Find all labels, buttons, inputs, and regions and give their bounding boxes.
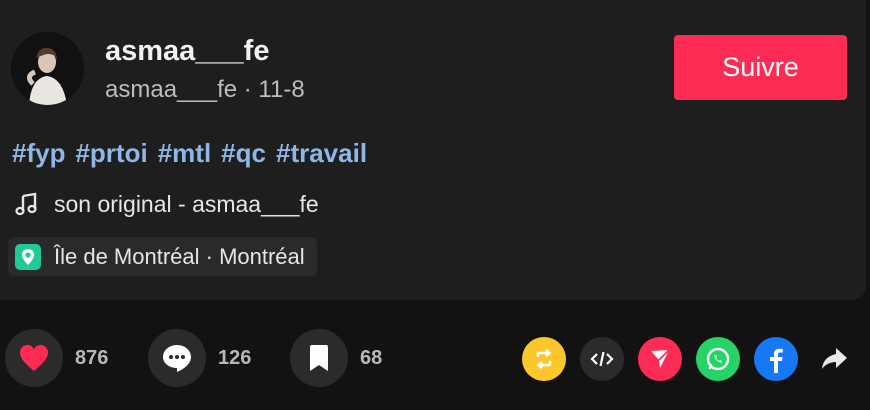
save-button[interactable]: 68 <box>290 328 382 388</box>
like-circle <box>5 329 63 387</box>
save-circle <box>290 329 348 387</box>
like-count: 876 <box>75 346 109 369</box>
repost-icon <box>536 349 552 369</box>
hashtag-link[interactable]: #fyp <box>12 136 65 170</box>
comment-circle <box>148 329 206 387</box>
whatsapp-icon <box>706 347 730 371</box>
separator: · <box>237 76 259 103</box>
follow-button[interactable]: Suivre <box>674 35 847 100</box>
handle[interactable]: asmaa___fe <box>105 76 237 103</box>
repost-button[interactable] <box>522 337 566 381</box>
avatar[interactable] <box>11 32 84 105</box>
music-label: son original - asmaa___fe <box>54 190 319 217</box>
location-label: Île de Montréal · Montréal <box>54 243 305 269</box>
bookmark-icon <box>310 345 328 371</box>
comment-icon <box>163 345 191 372</box>
hashtag-link[interactable]: #prtoi <box>75 136 147 170</box>
save-count: 68 <box>360 346 383 369</box>
action-bar: 876 126 68 <box>0 328 870 388</box>
comment-button[interactable]: 126 <box>148 328 251 388</box>
send-icon <box>651 349 670 368</box>
post-date: 11-8 <box>258 76 305 103</box>
hashtag-list: #fyp #prtoi #mtl #qc #travail <box>12 136 367 170</box>
facebook-icon <box>770 348 783 373</box>
hashtag-link[interactable]: #travail <box>276 136 367 170</box>
username[interactable]: asmaa___fe <box>105 33 269 69</box>
author-subline: asmaa___fe · 11-8 <box>105 75 305 105</box>
embed-button[interactable] <box>580 337 624 381</box>
music-link[interactable]: son original - asmaa___fe <box>12 188 319 220</box>
hashtag-link[interactable]: #mtl <box>158 136 211 170</box>
location-pin-icon <box>15 243 41 270</box>
music-note-icon <box>15 192 37 216</box>
whatsapp-button[interactable] <box>696 337 740 381</box>
comment-count: 126 <box>218 346 252 369</box>
facebook-button[interactable] <box>754 337 798 381</box>
share-arrow-icon <box>822 348 847 369</box>
heart-icon <box>20 345 48 371</box>
post-info-card: asmaa___fe asmaa___fe · 11-8 Suivre #fyp… <box>0 0 866 300</box>
hashtag-link[interactable]: #qc <box>221 136 266 170</box>
like-button[interactable]: 876 <box>5 328 108 388</box>
location-tag[interactable]: Île de Montréal · Montréal <box>8 237 317 276</box>
more-share-button[interactable] <box>812 337 856 381</box>
send-button[interactable] <box>638 337 682 381</box>
embed-icon <box>590 351 614 367</box>
